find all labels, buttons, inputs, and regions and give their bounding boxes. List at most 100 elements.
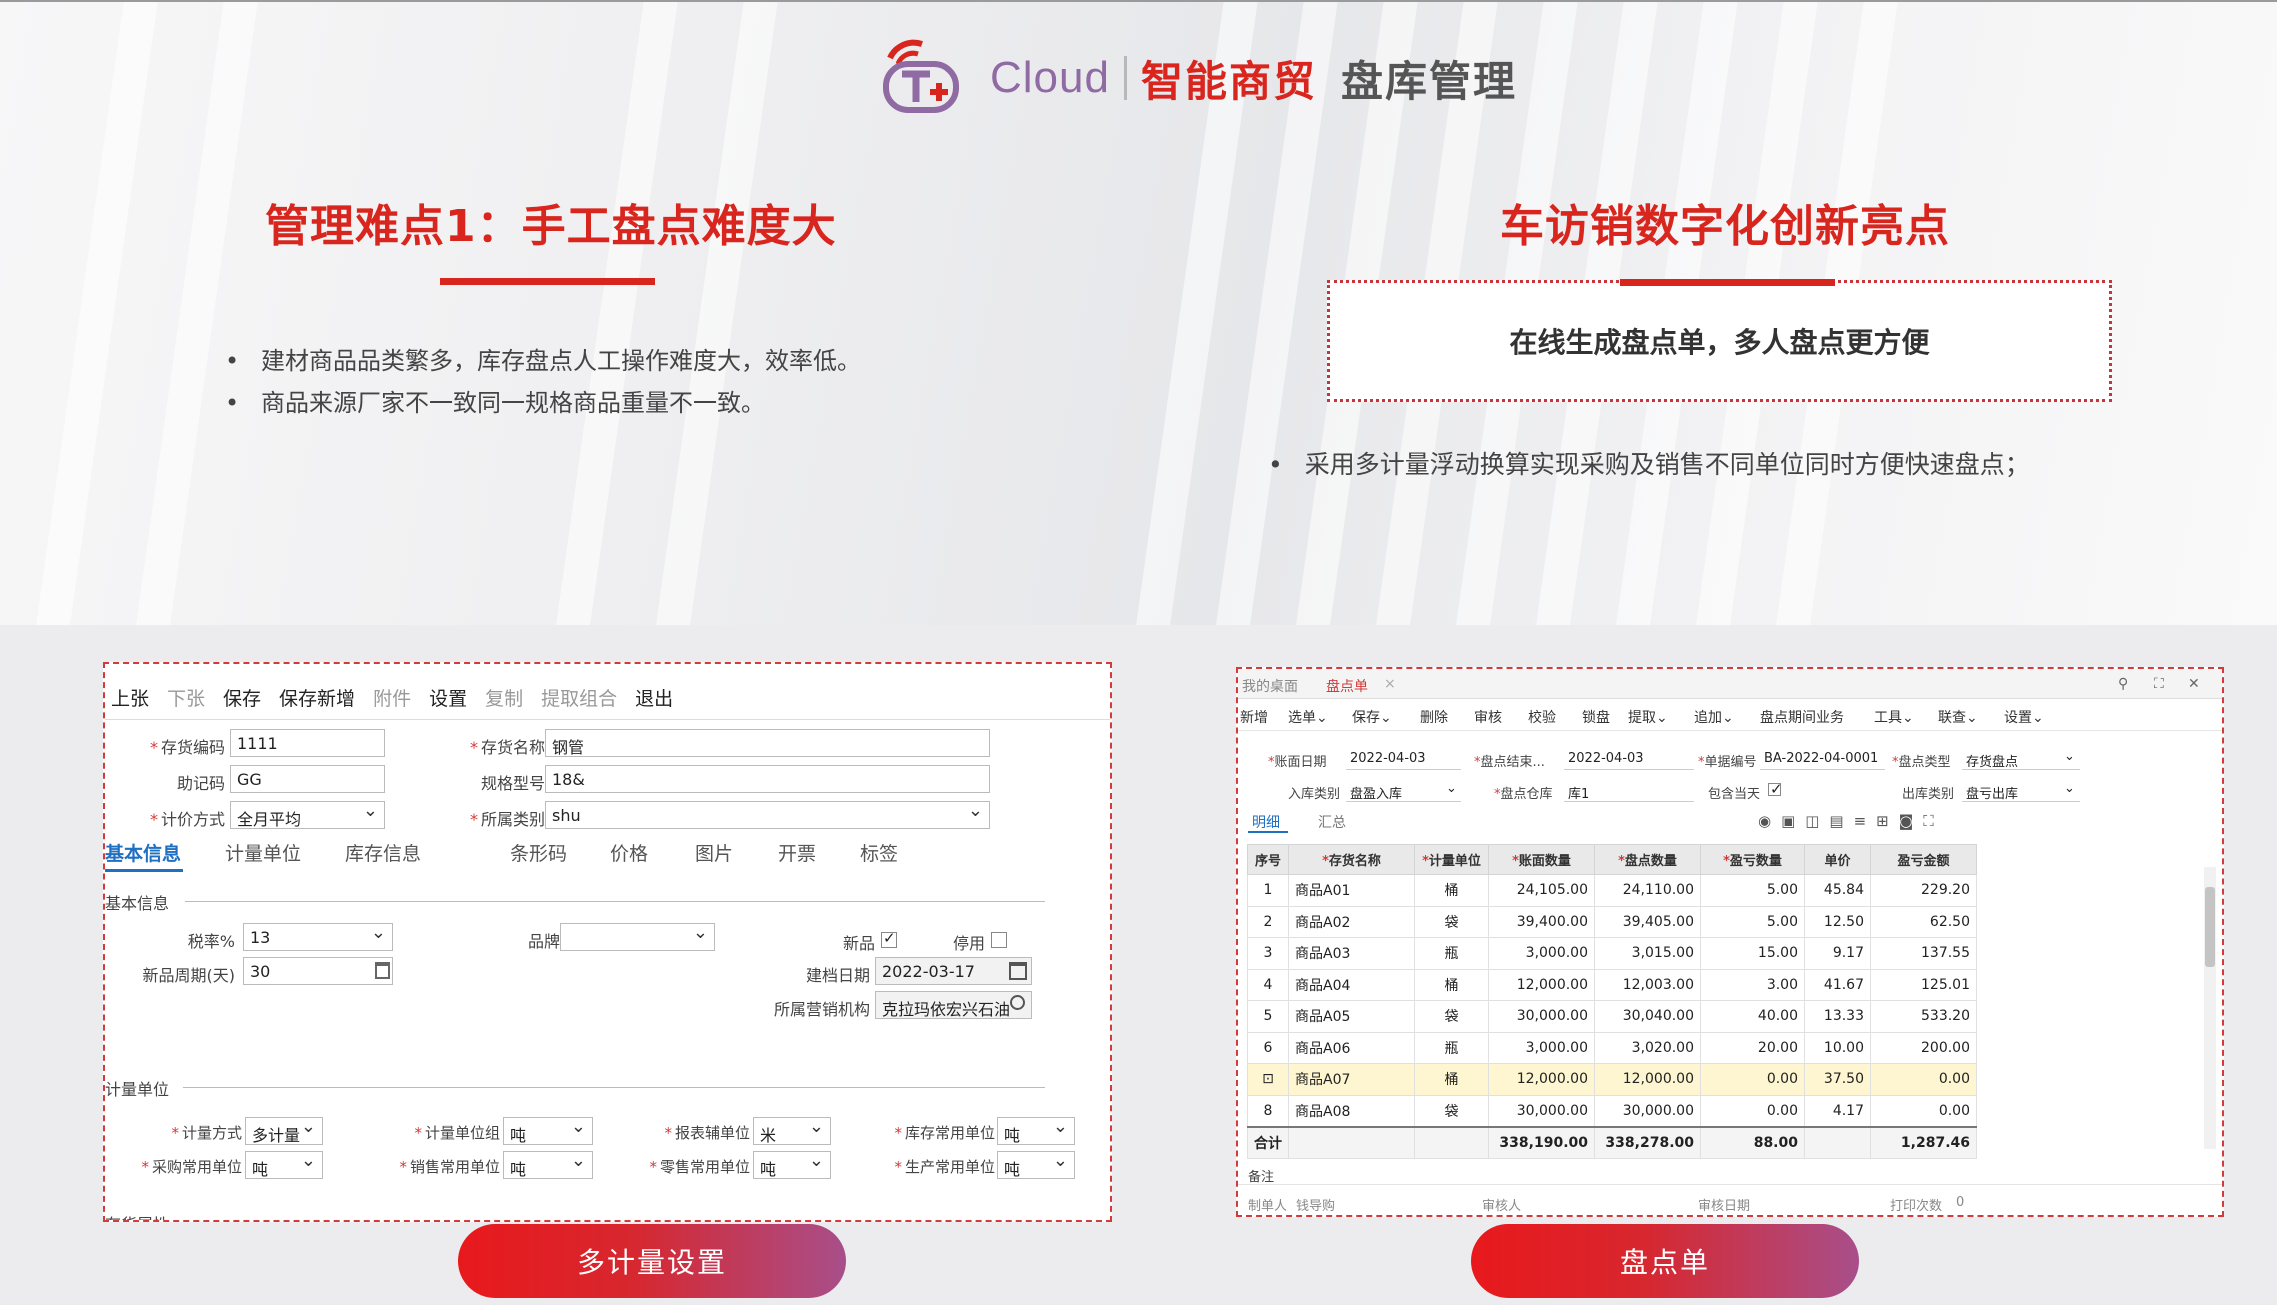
table-cell[interactable]: 商品A01 — [1288, 874, 1415, 907]
table-cell[interactable]: 瓶 — [1414, 1031, 1489, 1064]
sales-unit-select[interactable]: 吨 — [503, 1151, 593, 1179]
table-cell[interactable]: 10.00 — [1804, 1031, 1871, 1064]
mnemonic-field[interactable]: GG — [230, 765, 385, 793]
row-number-cell[interactable]: 5 — [1247, 1000, 1289, 1033]
search-icon[interactable] — [1010, 995, 1025, 1010]
table-cell[interactable]: 20.00 — [1700, 1031, 1805, 1064]
table-cell[interactable]: 12,000.00 — [1488, 968, 1595, 1001]
in-type-value[interactable]: 盘盈入库 — [1350, 783, 1402, 802]
scrollbar-thumb[interactable] — [2205, 887, 2215, 967]
group-select[interactable]: 吨 — [503, 1117, 593, 1145]
save-new-button[interactable]: 保存新增 — [279, 684, 355, 711]
close-icon[interactable]: ✕ — [2188, 676, 2200, 692]
report-select[interactable]: 米 — [753, 1117, 831, 1145]
table-cell[interactable]: 37.50 — [1804, 1063, 1871, 1096]
method-select[interactable]: 多计量 — [245, 1117, 323, 1145]
append-button[interactable]: 追加⌄ — [1694, 707, 1734, 727]
table-cell[interactable]: 40.00 — [1700, 1000, 1805, 1033]
tools-button[interactable]: 工具⌄ — [1874, 707, 1914, 727]
tab-image[interactable]: 图片 — [695, 839, 733, 866]
cycle-field[interactable]: 30 — [243, 957, 393, 985]
table-cell[interactable]: 62.50 — [1870, 905, 1977, 938]
tab-invoice[interactable]: 开票 — [778, 839, 816, 866]
verify-button[interactable]: 校验 — [1528, 707, 1556, 727]
copy-button[interactable]: 复制 — [485, 684, 523, 711]
new-checkbox[interactable] — [881, 929, 897, 948]
include-day-checkbox[interactable] — [1768, 780, 1783, 798]
table-cell[interactable]: 24,105.00 — [1488, 874, 1595, 907]
table-cell[interactable]: 9.17 — [1804, 937, 1871, 970]
table-row[interactable]: 1 商品A01 桶 24,105.00 24,110.00 5.00 45.84 229.20 — [1247, 874, 1977, 907]
table-cell[interactable]: 商品A04 — [1288, 968, 1415, 1001]
table-cell[interactable]: 30,000.00 — [1488, 1094, 1595, 1127]
table-cell[interactable]: 0.00 — [1870, 1094, 1977, 1127]
pricing-select[interactable]: 全月平均 — [230, 801, 385, 829]
close-tab-icon[interactable]: × — [1384, 676, 1396, 692]
table-cell[interactable]: 0.00 — [1870, 1063, 1977, 1096]
purchase-unit-select[interactable]: 吨 — [245, 1151, 323, 1179]
subtab-detail[interactable]: 明细 — [1252, 812, 1280, 832]
extract-combo-button[interactable]: 提取组合 — [541, 684, 617, 711]
table-cell[interactable]: 5.00 — [1700, 905, 1805, 938]
lock-button[interactable]: 锁盘 — [1582, 707, 1610, 727]
row-number-cell[interactable]: 1 — [1247, 874, 1289, 907]
grid-tool-icons[interactable]: ◉▣◫▤≡⊞◙⛶ — [1758, 812, 1944, 830]
table-cell[interactable]: 商品A06 — [1288, 1031, 1415, 1064]
book-date-value[interactable]: 2022-04-03 — [1350, 751, 1426, 766]
table-cell[interactable]: 3,020.00 — [1594, 1031, 1701, 1064]
table-cell[interactable]: 39,400.00 — [1488, 905, 1595, 938]
table-cell[interactable]: 袋 — [1414, 905, 1489, 938]
chevron-down-icon[interactable]: ⌄ — [2064, 749, 2075, 764]
table-cell[interactable]: 15.00 — [1700, 937, 1805, 970]
table-cell[interactable]: 41.67 — [1804, 968, 1871, 1001]
table-cell[interactable]: 桶 — [1414, 874, 1489, 907]
tab-price[interactable]: 价格 — [610, 839, 648, 866]
org-field[interactable]: 克拉玛依宏兴石油 — [875, 991, 1032, 1019]
table-cell[interactable]: 12,003.00 — [1594, 968, 1701, 1001]
table-cell[interactable]: 商品A02 — [1288, 905, 1415, 938]
retail-unit-select[interactable]: 吨 — [753, 1151, 831, 1179]
calendar-icon[interactable] — [375, 962, 390, 979]
table-cell[interactable]: 商品A03 — [1288, 937, 1415, 970]
audit-button[interactable]: 审核 — [1474, 707, 1502, 727]
tab-desktop[interactable]: 我的桌面 — [1242, 676, 1298, 696]
table-cell[interactable]: 12.50 — [1804, 905, 1871, 938]
save-button[interactable]: 保存 — [223, 684, 261, 711]
table-cell[interactable]: 30,040.00 — [1594, 1000, 1701, 1033]
out-type-value[interactable]: 盘亏出库 — [1966, 783, 2018, 802]
select-button[interactable]: 选单⌄ — [1288, 707, 1328, 727]
disable-checkbox[interactable] — [991, 932, 1007, 948]
new-button[interactable]: 新增 — [1240, 707, 1268, 727]
table-cell[interactable]: 3.00 — [1700, 968, 1805, 1001]
prev-button[interactable]: 上张 — [111, 684, 149, 711]
attachment-button[interactable]: 附件 — [373, 684, 411, 711]
exit-button[interactable]: 退出 — [635, 684, 673, 711]
chevron-down-icon[interactable]: ⌄ — [1446, 781, 1457, 796]
table-cell[interactable]: 12,000.00 — [1594, 1063, 1701, 1096]
row-number-cell[interactable]: 4 — [1247, 968, 1289, 1001]
table-cell[interactable]: 袋 — [1414, 1094, 1489, 1127]
table-cell[interactable]: 229.20 — [1870, 874, 1977, 907]
production-unit-select[interactable]: 吨 — [997, 1151, 1075, 1179]
tab-units[interactable]: 计量单位 — [225, 839, 301, 866]
table-row[interactable]: 4 商品A04 桶 12,000.00 12,003.00 3.00 41.67 125.01 — [1247, 968, 1977, 1001]
table-row[interactable]: 6 商品A06 瓶 3,000.00 3,020.00 20.00 10.00 200.00 — [1247, 1031, 1977, 1064]
count-type-value[interactable]: 存货盘点 — [1966, 751, 2018, 770]
table-row[interactable]: 2 商品A02 袋 39,400.00 39,405.00 5.00 12.50 62.50 — [1247, 905, 1977, 938]
table-cell[interactable]: 瓶 — [1414, 937, 1489, 970]
row-number-cell[interactable]: 3 — [1247, 937, 1289, 970]
tax-select[interactable]: 13 — [243, 923, 393, 951]
row-number-cell[interactable]: 2 — [1247, 905, 1289, 938]
table-cell[interactable]: 45.84 — [1804, 874, 1871, 907]
table-cell[interactable]: 0.00 — [1700, 1063, 1805, 1096]
spec-field[interactable]: 18& — [545, 765, 990, 793]
table-cell[interactable]: 商品A07 — [1288, 1063, 1415, 1096]
table-row[interactable]: 3 商品A03 瓶 3,000.00 3,015.00 15.00 9.17 137.55 — [1247, 937, 1977, 970]
doc-no-value[interactable]: BA-2022-04-0001 — [1764, 751, 1878, 766]
row-number-cell[interactable]: 6 — [1247, 1031, 1289, 1064]
table-cell[interactable]: 5.00 — [1700, 874, 1805, 907]
delete-button[interactable]: 删除 — [1420, 707, 1448, 727]
table-cell[interactable]: 13.33 — [1804, 1000, 1871, 1033]
row-number-cell[interactable]: 8 — [1247, 1094, 1289, 1127]
warehouse-value[interactable]: 库1 — [1568, 783, 1589, 802]
